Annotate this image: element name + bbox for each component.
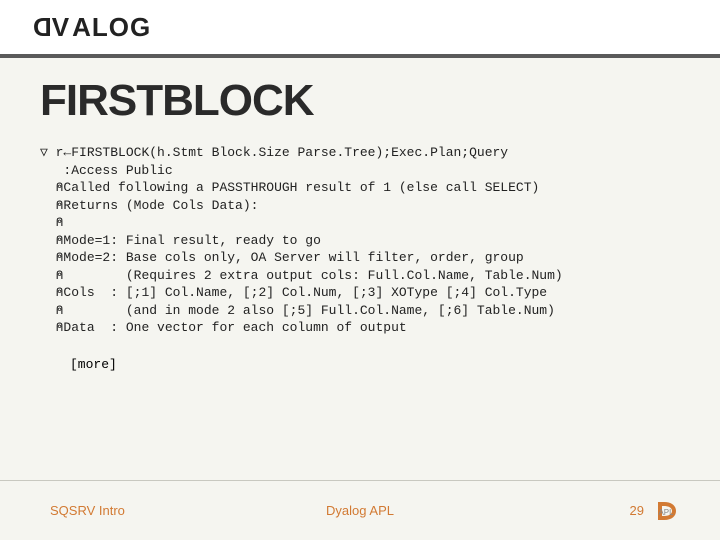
code-line-5: ⍝Mode=1: Final result, ready to go	[40, 233, 321, 248]
code-line-10: ⍝Data : One vector for each column of ou…	[40, 320, 407, 335]
svg-text:APL: APL	[658, 508, 674, 517]
nabla-symbol: ▽	[40, 145, 48, 160]
code-line-3: ⍝Returns (Mode Cols Data):	[40, 198, 258, 213]
code-line-7: ⍝ (Requires 2 extra output cols: Full.Co…	[40, 268, 563, 283]
code-line-4: ⍝	[40, 215, 63, 230]
brand-logo: DVALOG	[30, 12, 151, 43]
footer-center-text: Dyalog APL	[326, 503, 394, 518]
slide-title: FIRSTBLOCK	[40, 76, 680, 126]
code-line-9: ⍝ (and in mode 2 also [;5] Full.Col.Name…	[40, 303, 555, 318]
page-number: 29	[630, 503, 644, 518]
code-line-0: r←FIRSTBLOCK(h.Stmt Block.Size Parse.Tre…	[48, 145, 508, 160]
footer-left-text: SQSRV Intro	[50, 503, 125, 518]
footer-logo-icon: APL	[654, 498, 680, 524]
footer-right: 29 APL	[630, 498, 680, 524]
code-line-6: ⍝Mode=2: Base cols only, OA Server will …	[40, 250, 524, 265]
slide-header: DVALOG	[0, 0, 720, 54]
code-line-1: :Access Public	[40, 163, 173, 178]
code-block: ▽ r←FIRSTBLOCK(h.Stmt Block.Size Parse.T…	[40, 144, 680, 337]
code-line-8: ⍝Cols : [;1] Col.Name, [;2] Col.Num, [;3…	[40, 285, 547, 300]
slide-content: FIRSTBLOCK ▽ r←FIRSTBLOCK(h.Stmt Block.S…	[0, 58, 720, 372]
slide-footer: SQSRV Intro Dyalog APL 29 APL	[0, 480, 720, 540]
more-indicator: [more]	[70, 357, 680, 372]
code-line-2: ⍝Called following a PASSTHROUGH result o…	[40, 180, 539, 195]
